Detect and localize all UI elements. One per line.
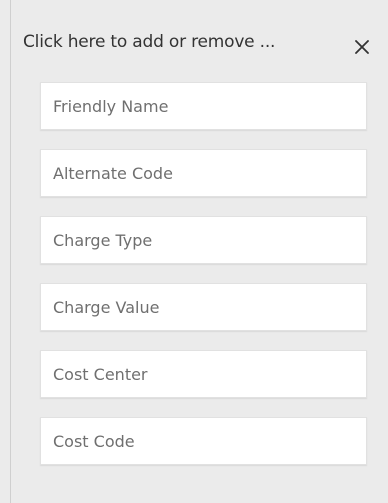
close-button[interactable] bbox=[349, 28, 375, 58]
charge-value-field[interactable] bbox=[40, 283, 367, 331]
close-icon bbox=[355, 39, 369, 54]
charge-type-field[interactable] bbox=[40, 216, 367, 264]
alternate-code-field[interactable] bbox=[40, 149, 367, 197]
friendly-name-field[interactable] bbox=[40, 82, 367, 130]
cost-code-field[interactable] bbox=[40, 417, 367, 465]
column-chooser-panel: Click here to add or remove ... bbox=[10, 0, 388, 503]
field-list bbox=[40, 82, 367, 484]
panel-header: Click here to add or remove ... bbox=[23, 28, 375, 60]
cost-center-field[interactable] bbox=[40, 350, 367, 398]
panel-title[interactable]: Click here to add or remove ... bbox=[23, 32, 341, 52]
